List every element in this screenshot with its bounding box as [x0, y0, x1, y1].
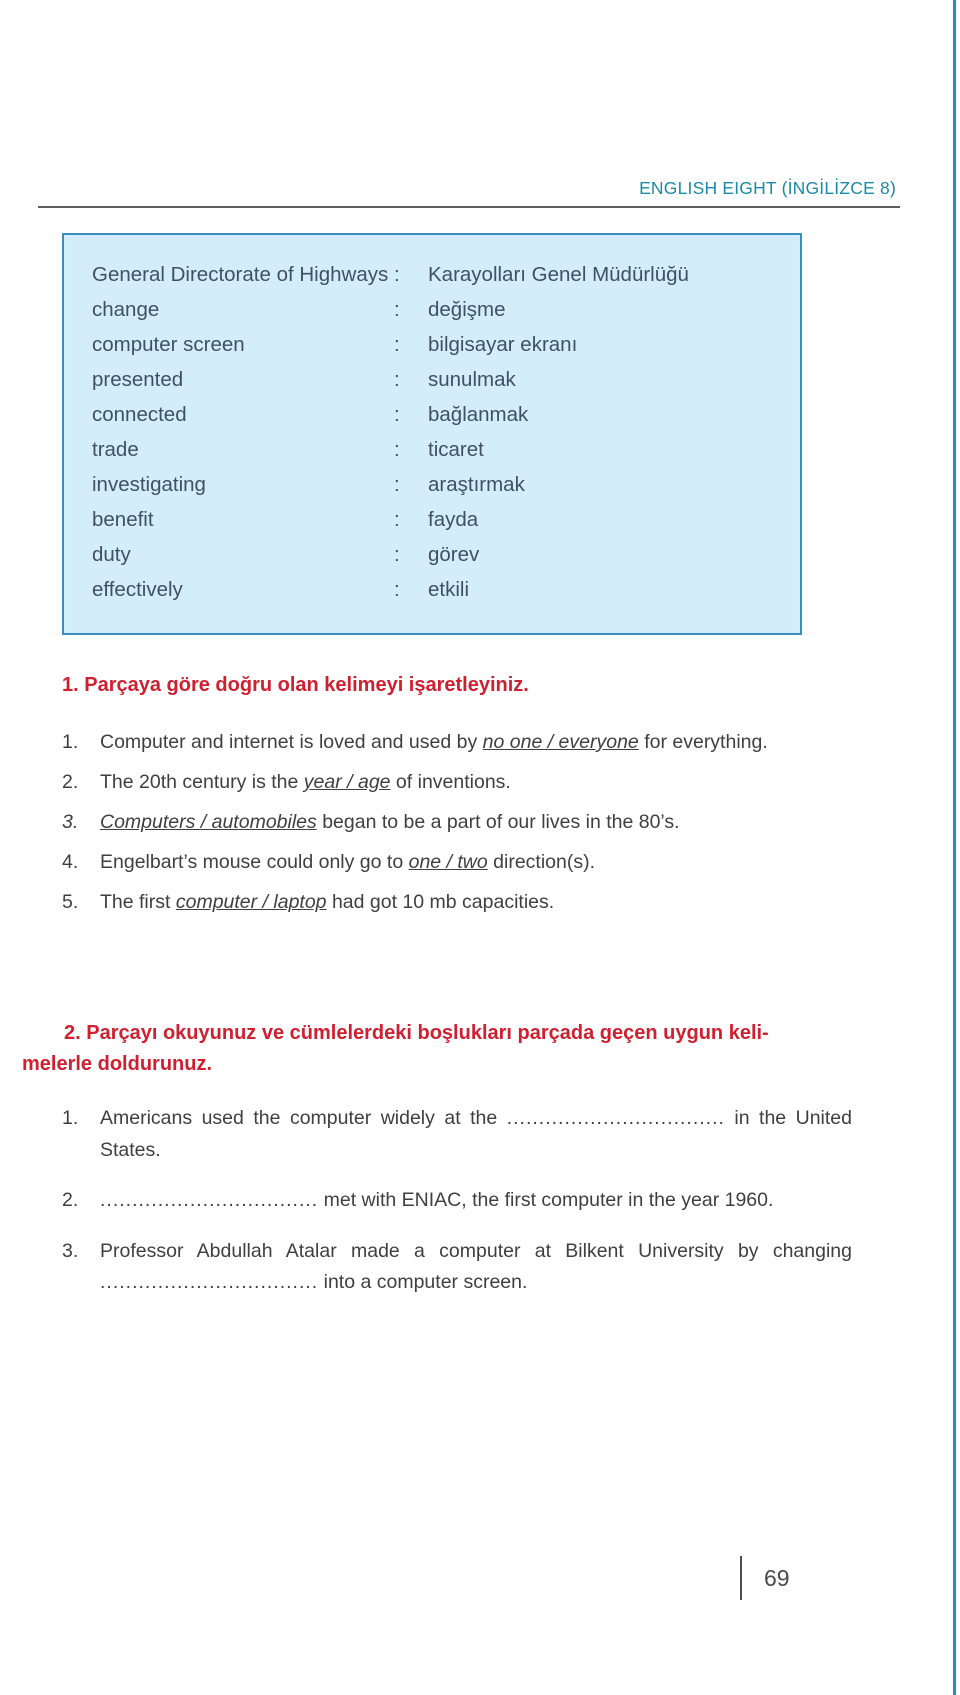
- item-text: Computers / automobiles began to be a pa…: [100, 807, 852, 839]
- list-item: 1. Computer and internet is loved and us…: [62, 727, 852, 759]
- item-text: Engelbart’s mouse could only go to one /…: [100, 847, 852, 879]
- vocabulary-row: duty : görev: [64, 537, 800, 572]
- page-title: ENGLISH EIGHT (İNGİLİZCE 8): [639, 178, 896, 198]
- footer-divider: [740, 1556, 742, 1600]
- vocabulary-row: General Directorate of Highways : Karayo…: [64, 257, 800, 292]
- item-text: .................................. met w…: [100, 1185, 852, 1217]
- vocabulary-term-english: investigating: [92, 473, 206, 496]
- vocabulary-separator: :: [394, 473, 400, 496]
- item-text-after: had got 10 mb capacities.: [326, 891, 555, 913]
- vocabulary-term-english: change: [92, 298, 160, 321]
- vocabulary-separator: :: [394, 368, 400, 391]
- vocabulary-term-english: duty: [92, 543, 131, 566]
- exercise-2-heading-line2: melerle doldurunuz.: [22, 1053, 213, 1075]
- item-number: 1.: [62, 1107, 79, 1129]
- choice-option[interactable]: Computers / automobiles: [100, 811, 317, 833]
- exercise-2-heading-line1: 2. Parçayı okuyunuz ve cümlelerdeki boşl…: [64, 1022, 769, 1044]
- vocabulary-term-turkish: araştırmak: [428, 473, 525, 496]
- list-item: 3. Computers / automobiles began to be a…: [62, 807, 852, 839]
- vocabulary-row: effectively : etkili: [64, 572, 800, 607]
- choice-option[interactable]: no one / everyone: [483, 731, 639, 753]
- exercise-1-heading: 1. Parçaya göre doğru olan kelimeyi işar…: [62, 674, 529, 696]
- item-text-after: into a computer screen.: [318, 1271, 528, 1293]
- page-edge-rule: [953, 0, 956, 1695]
- vocabulary-separator: :: [394, 578, 400, 601]
- page-header: ENGLISH EIGHT (İNGİLİZCE 8): [38, 178, 900, 208]
- vocabulary-term-english: computer screen: [92, 333, 245, 356]
- item-text-before: Professor Abdullah Atalar made a compute…: [100, 1239, 852, 1262]
- header-divider: [38, 206, 900, 208]
- vocabulary-term-english: connected: [92, 403, 187, 426]
- vocabulary-term-turkish: görev: [428, 543, 480, 566]
- vocabulary-separator: :: [394, 403, 400, 426]
- list-item: 5. The first computer / laptop had got 1…: [62, 887, 852, 919]
- list-item: 4. Engelbart’s mouse could only go to on…: [62, 847, 852, 879]
- vocabulary-term-english: presented: [92, 368, 184, 391]
- page-footer: 69: [740, 1556, 790, 1600]
- item-number: 1.: [62, 731, 79, 753]
- vocabulary-term-turkish: ticaret: [428, 438, 484, 461]
- item-text-before: Engelbart’s mouse could only go to: [100, 851, 409, 873]
- vocabulary-row: trade : ticaret: [64, 432, 800, 467]
- vocabulary-term-turkish: fayda: [428, 508, 479, 531]
- exercise-1-list: 1. Computer and internet is loved and us…: [62, 727, 852, 927]
- item-number: 4.: [62, 851, 79, 873]
- item-text: The 20th century is the year / age of in…: [100, 767, 852, 799]
- item-number: 3.: [62, 811, 79, 833]
- vocabulary-term-turkish: bilgisayar ekranı: [428, 333, 578, 356]
- vocabulary-row: presented : sunulmak: [64, 362, 800, 397]
- exercise-2-list: 1. Americans used the computer widely at…: [62, 1103, 852, 1318]
- list-item: 2. The 20th century is the year / age of…: [62, 767, 852, 799]
- fill-in-blank[interactable]: ..................................: [100, 1271, 318, 1293]
- vocabulary-separator: :: [394, 298, 400, 321]
- vocabulary-term-english: effectively: [92, 578, 183, 601]
- vocabulary-term-turkish: sunulmak: [428, 368, 516, 391]
- vocabulary-row: change : değişme: [64, 292, 800, 327]
- item-text: Americans used the computer widely at th…: [100, 1103, 852, 1166]
- item-text-before: Computer and internet is loved and used …: [100, 731, 483, 753]
- item-text-after: of inventions.: [390, 771, 511, 793]
- vocabulary-separator: :: [394, 508, 400, 531]
- vocabulary-term-english: benefit: [92, 508, 154, 531]
- vocabulary-term-turkish: bağlanmak: [428, 403, 529, 426]
- vocabulary-term-english: General Directorate of Highways: [92, 263, 389, 286]
- item-number: 2.: [62, 771, 79, 793]
- vocabulary-row: connected : bağlanmak: [64, 397, 800, 432]
- choice-option[interactable]: one / two: [409, 851, 488, 873]
- list-item: 3. Professor Abdullah Atalar made a comp…: [62, 1236, 852, 1299]
- vocabulary-separator: :: [394, 263, 400, 286]
- list-item: 2. .................................. me…: [62, 1185, 852, 1217]
- vocabulary-term-turkish: değişme: [428, 298, 506, 321]
- item-text-before: Americans used the computer widely at th…: [100, 1107, 507, 1129]
- item-text-before: The first: [100, 891, 176, 913]
- vocabulary-term-english: trade: [92, 438, 139, 461]
- item-text-after: for everything.: [638, 731, 768, 753]
- item-number: 5.: [62, 891, 79, 913]
- item-number: 3.: [62, 1239, 79, 1262]
- vocabulary-term-turkish: Karayolları Genel Müdürlüğü: [428, 263, 689, 286]
- vocabulary-row: investigating : araştırmak: [64, 467, 800, 502]
- fill-in-blank[interactable]: ..................................: [507, 1107, 725, 1129]
- vocabulary-separator: :: [394, 438, 400, 461]
- item-text-after: began to be a part of our lives in the 8…: [316, 811, 680, 833]
- item-text-before: The 20th century is the: [100, 771, 304, 793]
- vocabulary-separator: :: [394, 543, 400, 566]
- item-text: Computer and internet is loved and used …: [100, 727, 852, 759]
- item-number: 2.: [62, 1189, 79, 1211]
- list-item: 1. Americans used the computer widely at…: [62, 1103, 852, 1166]
- vocabulary-box: General Directorate of Highways : Karayo…: [62, 233, 802, 635]
- vocabulary-separator: :: [394, 333, 400, 356]
- fill-in-blank[interactable]: ..................................: [100, 1189, 318, 1211]
- item-text-after: met with ENIAC, the first computer in th…: [318, 1189, 774, 1211]
- vocabulary-term-turkish: etkili: [428, 578, 470, 601]
- choice-option[interactable]: year / age: [304, 771, 391, 793]
- item-text: Professor Abdullah Atalar made a compute…: [100, 1236, 852, 1299]
- exercise-2-heading: 2. Parçayı okuyunuz ve cümlelerdeki boşl…: [22, 1018, 840, 1080]
- item-text: The first computer / laptop had got 10 m…: [100, 887, 852, 919]
- vocabulary-row: benefit : fayda: [64, 502, 800, 537]
- page-number: 69: [764, 1564, 790, 1591]
- item-text-after: direction(s).: [487, 851, 596, 873]
- choice-option[interactable]: computer / laptop: [176, 891, 327, 913]
- vocabulary-row: computer screen : bilgisayar ekranı: [64, 327, 800, 362]
